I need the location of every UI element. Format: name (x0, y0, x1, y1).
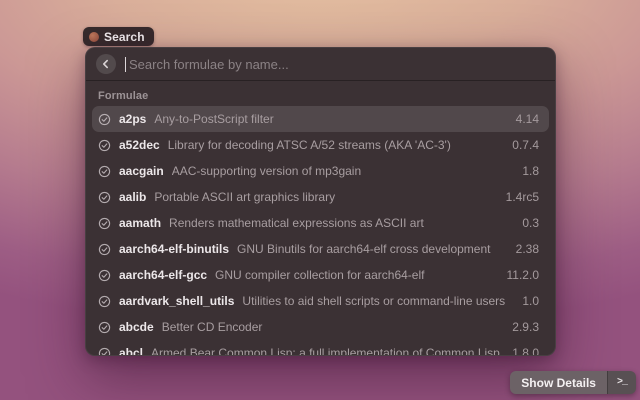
formula-name: aarch64-elf-gcc (119, 268, 207, 282)
formula-name: aardvark_shell_utils (119, 294, 234, 308)
formula-version: 4.14 (516, 112, 543, 126)
formula-description: Library for decoding ATSC A/52 streams (… (168, 138, 505, 152)
formula-row[interactable]: aardvark_shell_utils Utilities to aid sh… (92, 288, 549, 314)
formula-version: 11.2.0 (507, 268, 543, 282)
check-circle-icon (98, 269, 111, 282)
check-circle-icon (98, 113, 111, 126)
check-circle-icon (98, 191, 111, 204)
formula-row[interactable]: aalib Portable ASCII art graphics librar… (92, 184, 549, 210)
formula-name: aalib (119, 190, 146, 204)
search-placeholder: Search formulae by name... (129, 57, 289, 72)
search-bar: Search formulae by name... (86, 48, 555, 81)
formula-description: GNU compiler collection for aarch64-elf (215, 268, 498, 282)
formula-version: 0.3 (522, 216, 543, 230)
desktop-background: { "badge": { "label": "Search" }, "searc… (0, 0, 640, 400)
formula-row[interactable]: a52dec Library for decoding ATSC A/52 st… (92, 132, 549, 158)
check-circle-icon (98, 165, 111, 178)
badge-label: Search (104, 30, 145, 44)
results-list: a2ps Any-to-PostScript filter 4.14 a52de… (86, 106, 555, 355)
show-details-label: Show Details (510, 371, 607, 394)
search-window-badge: Search (83, 27, 154, 46)
formula-description: Armed Bear Common Lisp: a full implement… (151, 346, 504, 355)
formula-name: abcl (119, 346, 143, 355)
formula-row[interactable]: aacgain AAC-supporting version of mp3gai… (92, 158, 549, 184)
formula-version: 1.8.0 (512, 346, 543, 355)
back-button[interactable] (96, 54, 116, 74)
chevron-left-icon (100, 58, 112, 70)
formula-row[interactable]: abcde Better CD Encoder 2.9.3 (92, 314, 549, 340)
formula-description: Better CD Encoder (162, 320, 505, 334)
formula-name: abcde (119, 320, 154, 334)
search-input[interactable]: Search formulae by name... (125, 57, 545, 72)
formula-version: 1.0 (522, 294, 543, 308)
show-details-button[interactable]: Show Details >_ (510, 371, 636, 394)
check-circle-icon (98, 243, 111, 256)
formula-row[interactable]: aarch64-elf-gcc GNU compiler collection … (92, 262, 549, 288)
terminal-prompt-icon: >_ (607, 371, 636, 394)
check-circle-icon (98, 347, 111, 356)
text-caret (125, 57, 126, 72)
formula-description: Portable ASCII art graphics library (154, 190, 497, 204)
formula-description: Utilities to aid shell scripts or comman… (242, 294, 514, 308)
formula-name: a52dec (119, 138, 160, 152)
section-header-formulae: Formulae (86, 81, 555, 106)
check-circle-icon (98, 139, 111, 152)
check-circle-icon (98, 295, 111, 308)
formula-version: 0.7.4 (512, 138, 543, 152)
search-window: Search formulae by name... Formulae a2ps… (85, 47, 556, 356)
formula-version: 1.8 (522, 164, 543, 178)
formula-version: 2.38 (516, 242, 543, 256)
formula-row[interactable]: aamath Renders mathematical expressions … (92, 210, 549, 236)
check-circle-icon (98, 217, 111, 230)
formula-name: aamath (119, 216, 161, 230)
formula-row[interactable]: aarch64-elf-binutils GNU Binutils for aa… (92, 236, 549, 262)
formula-version: 1.4rc5 (506, 190, 543, 204)
formula-version: 2.9.3 (512, 320, 543, 334)
script-icon (89, 32, 99, 42)
check-circle-icon (98, 321, 111, 334)
formula-row[interactable]: a2ps Any-to-PostScript filter 4.14 (92, 106, 549, 132)
formula-name: aarch64-elf-binutils (119, 242, 229, 256)
formula-name: a2ps (119, 112, 146, 126)
formula-description: Any-to-PostScript filter (154, 112, 507, 126)
formula-row[interactable]: abcl Armed Bear Common Lisp: a full impl… (92, 340, 549, 355)
formula-description: AAC-supporting version of mp3gain (172, 164, 515, 178)
formula-description: Renders mathematical expressions as ASCI… (169, 216, 514, 230)
formula-description: GNU Binutils for aarch64-elf cross devel… (237, 242, 508, 256)
formula-name: aacgain (119, 164, 164, 178)
